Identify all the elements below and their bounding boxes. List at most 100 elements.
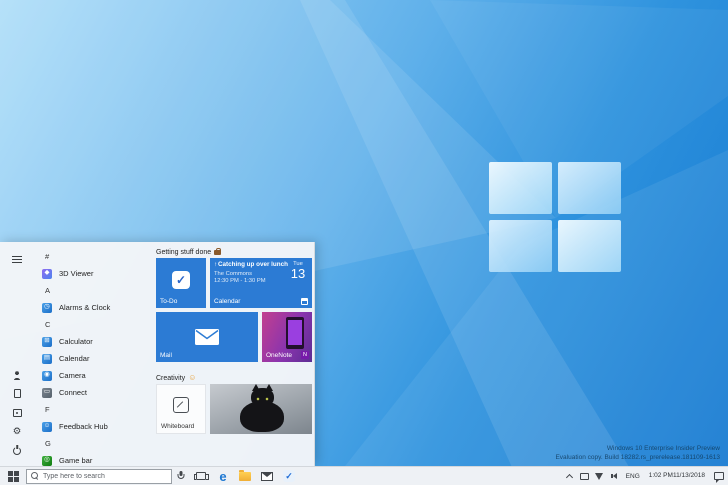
- tile-label: Calendar: [214, 298, 241, 305]
- expand-menu-button[interactable]: [5, 250, 29, 269]
- settings-button[interactable]: ⚙: [5, 422, 29, 441]
- tile-photo-cat[interactable]: [210, 384, 312, 434]
- hamburger-icon: [12, 255, 22, 264]
- app-list-item-feedback-hub[interactable]: ☺ Feedback Hub: [34, 418, 152, 435]
- 3d-viewer-icon: ◆: [42, 268, 52, 279]
- wifi-icon: [595, 472, 604, 480]
- taskbar-file-explorer-button[interactable]: [234, 467, 256, 485]
- evaluation-watermark: Windows 10 Enterprise Insider Preview Ev…: [555, 445, 720, 463]
- app-label: 3D Viewer: [59, 269, 94, 278]
- calendar-date: Tue 13: [288, 261, 308, 284]
- calendar-event-title: ↑Catching up over lunch: [214, 261, 288, 268]
- app-list-item-calendar[interactable]: ▤ Calendar: [34, 350, 152, 367]
- tile-group-getting-stuff-done[interactable]: Getting stuff done: [156, 246, 222, 258]
- tile-label: OneNote: [266, 352, 293, 359]
- user-account-button[interactable]: [5, 365, 29, 384]
- speaker-icon: [611, 473, 618, 479]
- tray-network-button[interactable]: [592, 467, 607, 485]
- tile-label: Mail: [160, 352, 172, 359]
- windows-logo-icon: [7, 470, 19, 482]
- letter-label: #: [45, 252, 50, 261]
- connect-icon: ▭: [42, 387, 52, 398]
- gear-icon: ⚙: [12, 425, 22, 437]
- app-list-item-3d-viewer[interactable]: ◆ 3D Viewer: [34, 265, 152, 282]
- calendar-event: ↑Catching up over lunch The Commons 12:3…: [214, 261, 288, 284]
- microphone-icon: [176, 470, 186, 482]
- tile-mail[interactable]: Mail: [156, 312, 258, 362]
- taskbar-mail-button[interactable]: [256, 467, 278, 485]
- power-button[interactable]: [5, 441, 29, 460]
- mail-envelope-icon: [195, 329, 219, 345]
- app-list-item-connect[interactable]: ▭ Connect: [34, 384, 152, 401]
- action-center-icon: [714, 472, 724, 483]
- game-bar-icon: ◎: [42, 455, 52, 466]
- todo-check-icon: ✓: [283, 470, 295, 482]
- taskbar-todo-button[interactable]: ✓: [278, 467, 300, 485]
- app-list-item-camera[interactable]: ◉ Camera: [34, 367, 152, 384]
- calculator-icon: ⊞: [42, 336, 52, 347]
- app-list-item-alarms-clock[interactable]: ◷ Alarms & Clock: [34, 299, 152, 316]
- documents-button[interactable]: [5, 384, 29, 403]
- cat-photo-head: [251, 384, 274, 407]
- task-view-button[interactable]: [190, 467, 212, 485]
- alarm-clock-icon: ◷: [42, 302, 52, 313]
- app-label: Calendar: [59, 354, 90, 363]
- monitor-icon: [579, 472, 589, 480]
- app-label: Calculator: [59, 337, 93, 346]
- onenote-live-phone-image: [286, 317, 304, 349]
- smiley-icon: ☺: [188, 373, 197, 382]
- app-list-letter-a[interactable]: A: [34, 282, 152, 299]
- app-list-item-calculator[interactable]: ⊞ Calculator: [34, 333, 152, 350]
- clock-time: 1:02 PM: [648, 471, 673, 479]
- letter-label: A: [45, 286, 51, 295]
- letter-label: F: [45, 405, 50, 414]
- app-list-letter-hash[interactable]: #: [34, 248, 152, 265]
- chevron-up-icon: [566, 473, 574, 481]
- tile-onenote[interactable]: OneNote N: [262, 312, 312, 362]
- calendar-live-content: ↑Catching up over lunch The Commons 12:3…: [214, 261, 308, 284]
- task-view-icon: [193, 472, 209, 480]
- show-hidden-icons-button[interactable]: [563, 467, 577, 485]
- taskbar: e ✓ ENG 1:02 PM 11: [0, 466, 728, 485]
- language-indicator[interactable]: ENG: [622, 467, 644, 485]
- calendar-event-time: 12:30 PM - 1:30 PM: [214, 278, 266, 285]
- cortana-mic-button[interactable]: [172, 467, 190, 485]
- letter-label: G: [45, 439, 51, 448]
- app-list-letter-c[interactable]: C: [34, 316, 152, 333]
- tile-todo[interactable]: ✓ To-Do: [156, 258, 206, 308]
- start-menu: ⚙ # ◆ 3D Viewer A ◷ Alarms & Clock C ⊞ C…: [0, 242, 315, 466]
- group-title: Creativity: [156, 374, 186, 382]
- tray-volume-button[interactable]: [607, 467, 622, 485]
- clock[interactable]: 1:02 PM 11/13/2018: [644, 467, 710, 485]
- tile-label: Whiteboard: [161, 423, 195, 430]
- app-list-item-game-bar[interactable]: ◎ Game bar: [34, 452, 152, 466]
- app-label: Alarms & Clock: [59, 303, 111, 312]
- taskbar-edge-button[interactable]: e: [212, 467, 234, 485]
- mic-arc: [177, 473, 185, 479]
- onenote-badge-icon: N: [301, 351, 309, 359]
- app-list-letter-f[interactable]: F: [34, 401, 152, 418]
- app-list-letter-g[interactable]: G: [34, 435, 152, 452]
- start-menu-rail: ⚙: [0, 242, 34, 466]
- tile-label: To-Do: [160, 298, 178, 305]
- tile-area: Getting stuff done ✓ To-Do ↑Catching up …: [152, 242, 314, 466]
- tile-whiteboard[interactable]: Whiteboard: [156, 384, 206, 434]
- folder-icon: [239, 469, 251, 481]
- pictures-button[interactable]: [5, 403, 29, 422]
- feedback-hub-icon: ☺: [42, 421, 52, 432]
- tile-calendar[interactable]: ↑Catching up over lunch The Commons 12:3…: [210, 258, 312, 308]
- clock-date: 11/13/2018: [672, 471, 705, 479]
- taskbar-search-box[interactable]: [26, 468, 172, 484]
- camera-icon: ◉: [42, 370, 52, 381]
- app-label: Connect: [59, 388, 87, 397]
- start-button[interactable]: [0, 467, 26, 485]
- watermark-line1: Windows 10 Enterprise Insider Preview: [606, 445, 720, 453]
- action-center-button[interactable]: [710, 467, 728, 485]
- calendar-event-location: The Commons: [214, 270, 253, 277]
- tray-display-button[interactable]: [577, 467, 592, 485]
- tile-group-creativity[interactable]: Creativity ☺: [156, 372, 196, 384]
- search-input[interactable]: [43, 472, 167, 480]
- picture-icon: [12, 408, 22, 417]
- briefcase-icon: [214, 247, 222, 255]
- app-label: Game bar: [59, 456, 93, 465]
